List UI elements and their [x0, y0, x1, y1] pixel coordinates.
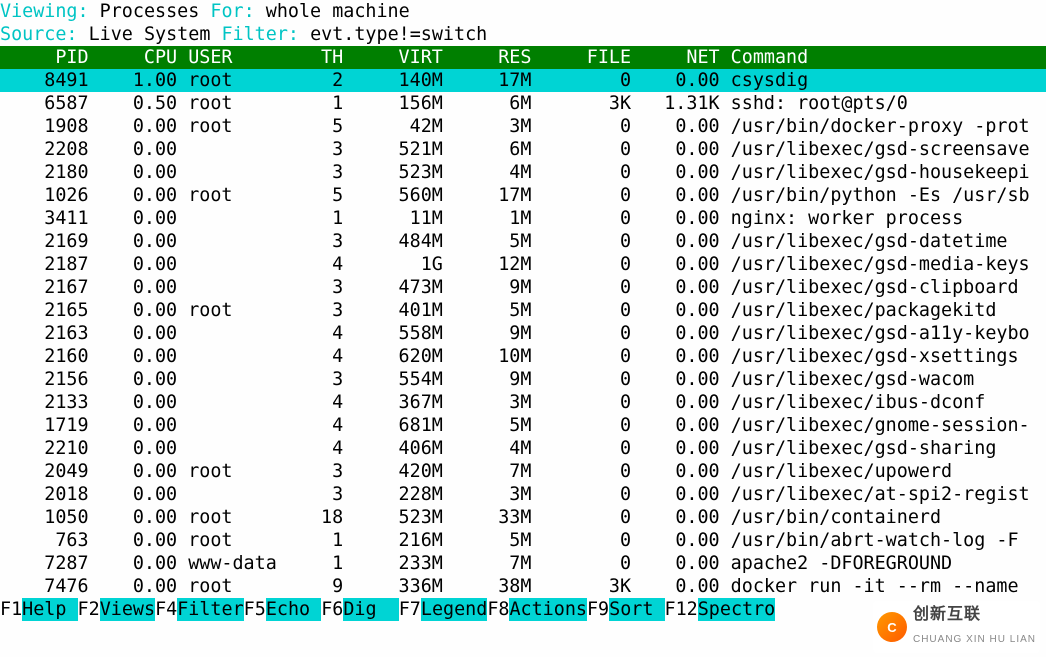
col-header-virt[interactable]: VIRT — [343, 46, 443, 69]
table-row[interactable]: 21870.0041G12M00.00/usr/libexec/gsd-medi… — [0, 253, 1046, 276]
process-list[interactable]: 84911.00root2140M17M00.00csysdig65870.50… — [0, 69, 1046, 598]
watermark: C 创新互联 CHUANG XIN HU LIAN — [873, 601, 1040, 653]
table-row[interactable]: 20490.00root3420M7M00.00/usr/libexec/upo… — [0, 460, 1046, 483]
table-row[interactable]: 21630.004558M9M00.00/usr/libexec/gsd-a11… — [0, 322, 1046, 345]
col-header-net[interactable]: NET — [631, 46, 720, 69]
fkey-btn-legend[interactable]: Legend — [421, 598, 487, 621]
fkey-btn-actions[interactable]: Actions — [509, 598, 587, 621]
table-row[interactable]: 84911.00root2140M17M00.00csysdig — [0, 69, 1046, 92]
fkey-btn-sort[interactable]: Sort — [609, 598, 664, 621]
fkey-F12: F12 — [665, 599, 698, 620]
status-line-viewing: Viewing: Processes For: whole machine — [0, 0, 1046, 23]
fkey-F5: F5 — [244, 599, 266, 620]
fkey-btn-echo[interactable]: Echo — [266, 598, 321, 621]
col-header-th[interactable]: TH — [288, 46, 343, 69]
fkey-F4: F4 — [155, 599, 177, 620]
table-row[interactable]: 10260.00root5560M17M00.00/usr/bin/python… — [0, 184, 1046, 207]
table-row[interactable]: 65870.50root1156M6M3K1.31Ksshd: root@pts… — [0, 92, 1046, 115]
table-row[interactable]: 20180.003228M3M00.00/usr/libexec/at-spi2… — [0, 483, 1046, 506]
watermark-subtext: CHUANG XIN HU LIAN — [913, 634, 1036, 645]
watermark-logo-icon: C — [877, 612, 907, 642]
fkey-btn-dig[interactable]: Dig — [343, 598, 398, 621]
col-header-user[interactable]: USER — [177, 46, 288, 69]
fkey-F2: F2 — [78, 599, 100, 620]
table-row[interactable]: 72870.00www-data1233M7M00.00apache2 -DFO… — [0, 552, 1046, 575]
table-row[interactable]: 7630.00root1216M5M00.00/usr/bin/abrt-wat… — [0, 529, 1046, 552]
col-header-file[interactable]: FILE — [531, 46, 631, 69]
table-row[interactable]: 19080.00root542M3M00.00/usr/bin/docker-p… — [0, 115, 1046, 138]
col-header-res[interactable]: RES — [443, 46, 532, 69]
csysdig-screen: Viewing: Processes For: whole machine So… — [0, 0, 1046, 657]
table-row[interactable]: 21600.004620M10M00.00/usr/libexec/gsd-xs… — [0, 345, 1046, 368]
table-row[interactable]: 21330.004367M3M00.00/usr/libexec/ibus-dc… — [0, 391, 1046, 414]
table-row[interactable]: 10500.00root18523M33M00.00/usr/bin/conta… — [0, 506, 1046, 529]
status-line-source: Source: Live System Filter: evt.type!=sw… — [0, 23, 1046, 46]
table-row[interactable]: 22100.004406M4M00.00/usr/libexec/gsd-sha… — [0, 437, 1046, 460]
table-row[interactable]: 17190.004681M5M00.00/usr/libexec/gnome-s… — [0, 414, 1046, 437]
fkey-btn-filter[interactable]: Filter — [177, 598, 243, 621]
col-header-pid[interactable]: PID — [0, 46, 89, 69]
table-row[interactable]: 21670.003473M9M00.00/usr/libexec/gsd-cli… — [0, 276, 1046, 299]
table-row[interactable]: 74760.00root9336M38M3K0.00docker run -it… — [0, 575, 1046, 598]
table-row[interactable]: 21690.003484M5M00.00/usr/libexec/gsd-dat… — [0, 230, 1046, 253]
fkey-F9: F9 — [587, 599, 609, 620]
table-row[interactable]: 22080.003521M6M00.00/usr/libexec/gsd-scr… — [0, 138, 1046, 161]
col-header-cpu[interactable]: CPU — [89, 46, 178, 69]
fkey-btn-views[interactable]: Views — [100, 598, 155, 621]
table-row[interactable]: 34110.00111M1M00.00nginx: worker process — [0, 207, 1046, 230]
column-header-row[interactable]: PIDCPUUSERTHVIRTRESFILENETCommand — [0, 46, 1046, 69]
fkey-F8: F8 — [487, 599, 509, 620]
fkey-btn-help[interactable]: Help — [22, 598, 77, 621]
table-row[interactable]: 21650.00root3401M5M00.00/usr/libexec/pac… — [0, 299, 1046, 322]
fkey-F7: F7 — [399, 599, 421, 620]
fkey-F6: F6 — [321, 599, 343, 620]
col-header-cmd[interactable]: Command — [720, 46, 809, 69]
fkey-F1: F1 — [0, 599, 22, 620]
table-row[interactable]: 21560.003554M9M00.00/usr/libexec/gsd-wac… — [0, 368, 1046, 391]
fkey-btn-spectro[interactable]: Spectro — [698, 598, 776, 621]
table-row[interactable]: 21800.003523M4M00.00/usr/libexec/gsd-hou… — [0, 161, 1046, 184]
watermark-text: 创新互联 — [913, 606, 981, 623]
